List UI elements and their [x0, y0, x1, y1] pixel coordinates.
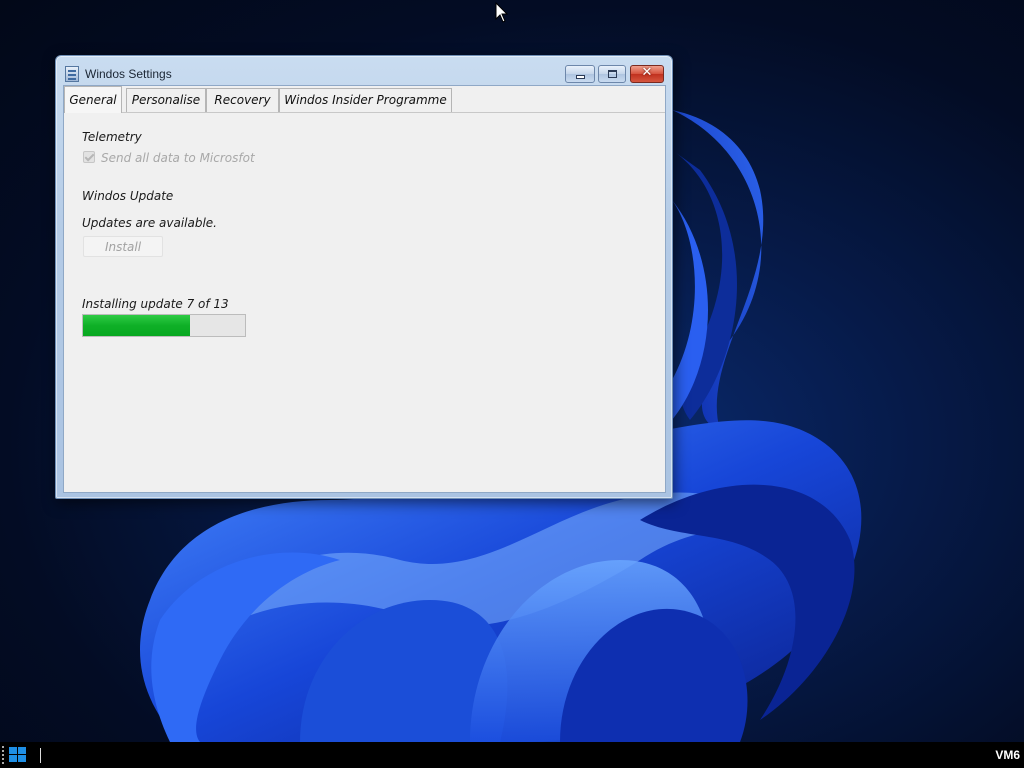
settings-client-area: General Personalise Recovery Windos Insi…	[63, 85, 666, 493]
maximize-button[interactable]	[598, 65, 626, 83]
tab-recovery[interactable]: Recovery	[206, 88, 279, 112]
install-progress-bar	[82, 314, 246, 337]
close-button[interactable]: ✕	[630, 65, 664, 83]
taskbar-grip[interactable]	[2, 746, 5, 764]
windos-update-heading: Windos Update	[82, 189, 174, 203]
settings-window[interactable]: Windos Settings ✕ General Personalise Re…	[55, 55, 673, 499]
install-progress-fill	[83, 315, 190, 336]
telemetry-checkbox-label: Send all data to Microsfot	[101, 151, 255, 165]
updates-status-text: Updates are available.	[82, 216, 217, 230]
tab-divider	[64, 112, 665, 113]
tab-windos-insider-programme[interactable]: Windos Insider Programme	[279, 88, 452, 112]
install-progress-label: Installing update 7 of 13	[82, 297, 229, 311]
windows-logo-icon	[9, 755, 17, 762]
title-bar[interactable]: Windos Settings ✕	[56, 56, 672, 86]
telemetry-checkbox[interactable]	[83, 151, 95, 163]
windows-logo-icon	[18, 755, 26, 762]
tab-personalise[interactable]: Personalise	[126, 88, 206, 112]
minimize-icon	[576, 75, 585, 79]
taskbar: VM6	[0, 742, 1024, 768]
taskbar-divider	[40, 748, 41, 763]
close-icon: ✕	[641, 65, 653, 80]
maximize-icon	[608, 70, 617, 78]
telemetry-heading: Telemetry	[82, 130, 142, 144]
minimize-button[interactable]	[565, 65, 595, 83]
mouse-cursor-icon	[495, 2, 509, 23]
taskbar-hostname: VM6	[995, 748, 1020, 762]
tab-general[interactable]: General	[64, 86, 122, 113]
windows-logo-icon	[18, 747, 26, 754]
install-button[interactable]: Install	[83, 236, 163, 257]
settings-app-icon	[65, 66, 79, 82]
windows-logo-icon	[9, 747, 17, 754]
tab-strip: General Personalise Recovery Windos Insi…	[64, 86, 665, 113]
start-button[interactable]	[9, 747, 27, 763]
window-title: Windos Settings	[85, 67, 172, 81]
